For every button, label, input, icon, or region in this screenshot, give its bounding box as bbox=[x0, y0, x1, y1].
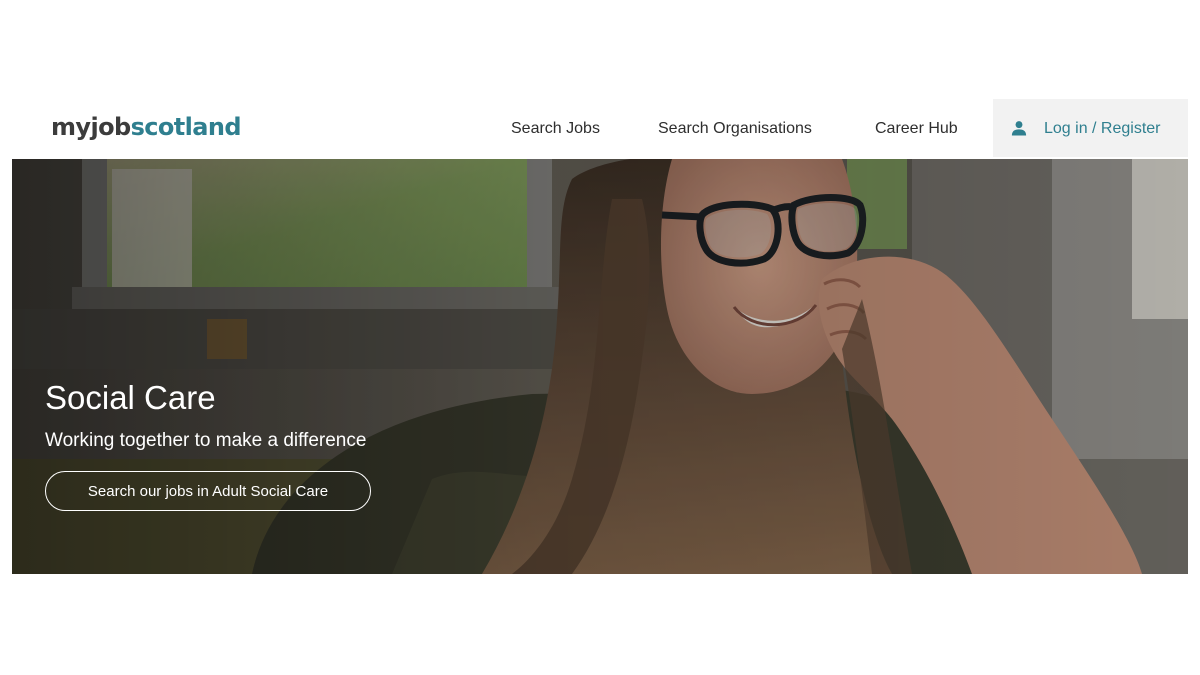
person-icon bbox=[1011, 121, 1027, 136]
hero-banner: Social Care Working together to make a d… bbox=[12, 159, 1188, 574]
hero-title: Social Care bbox=[45, 379, 216, 416]
login-register-label: Log in / Register bbox=[1044, 120, 1161, 137]
hero-subtitle: Working together to make a difference bbox=[45, 430, 367, 451]
logo-text-myjob: myjob bbox=[51, 113, 131, 141]
logo-text-scotland: scotland bbox=[130, 113, 242, 141]
nav-career-hub[interactable]: Career Hub bbox=[875, 118, 958, 140]
nav-search-jobs[interactable]: Search Jobs bbox=[511, 118, 600, 140]
search-adult-social-care-jobs-button[interactable]: Search our jobs in Adult Social Care bbox=[45, 471, 371, 511]
login-register-button[interactable]: Log in / Register bbox=[993, 99, 1188, 157]
site-logo[interactable]: myjobscotland bbox=[51, 112, 242, 142]
page: myjobscotland Search Jobs Search Organis… bbox=[0, 0, 1200, 675]
nav-search-organisations[interactable]: Search Organisations bbox=[658, 118, 812, 140]
site-header: myjobscotland Search Jobs Search Organis… bbox=[12, 99, 1188, 159]
